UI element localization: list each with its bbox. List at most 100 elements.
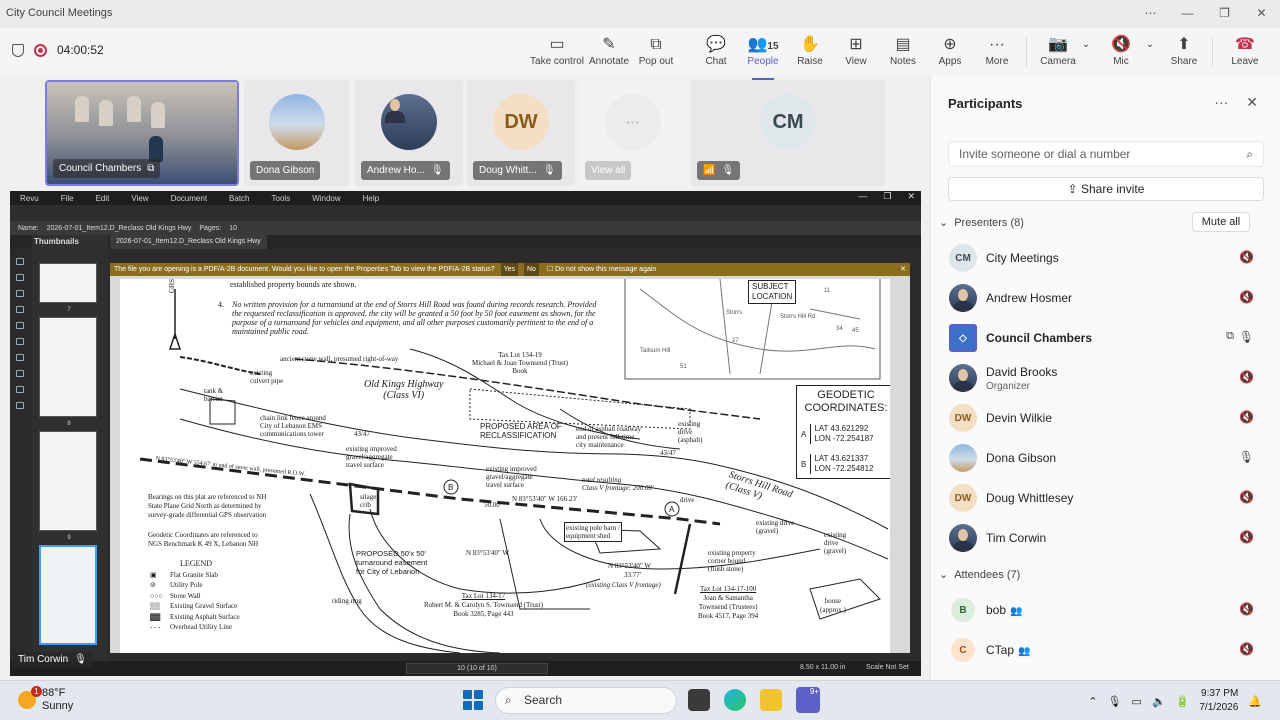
notifications-icon[interactable]: 🔔: [1248, 695, 1262, 708]
document-tab[interactable]: 2026-07-01_Item12.D_Reclass Old Kings Hw…: [110, 235, 267, 249]
menu-document[interactable]: Document: [171, 194, 207, 203]
participant-row[interactable]: C CTap 👥 🔇: [948, 634, 1264, 666]
video-tile-doug-whittlesey[interactable]: DW Doug Whitt... 🎙: [467, 80, 575, 186]
display-icon[interactable]: ▭: [1132, 695, 1142, 708]
minimize-button[interactable]: —: [1169, 0, 1206, 28]
camera-button[interactable]: 📷 Camera: [1040, 34, 1076, 74]
menu-view[interactable]: View: [131, 194, 148, 203]
mic-muted-icon[interactable]: 🎙: [1108, 695, 1122, 708]
presenters-section-header[interactable]: ⌄ Presenters (8): [939, 216, 1024, 230]
participant-row[interactable]: Dona Gibson 🎙: [948, 442, 1264, 474]
chevron-up-icon[interactable]: ⌃: [1088, 695, 1097, 708]
shield-icon[interactable]: [12, 43, 24, 57]
weather-widget[interactable]: 1 88°F Sunny: [18, 686, 73, 713]
page-thumbnail[interactable]: 9: [39, 431, 97, 541]
page-indicator[interactable]: 10 (10 of 10): [406, 663, 548, 674]
layers-icon[interactable]: [16, 290, 24, 297]
menu-batch[interactable]: Batch: [229, 194, 249, 203]
participant-row[interactable]: B bob 👥 🔇: [948, 594, 1264, 626]
participant-name-tag: Dona Gibson: [250, 161, 321, 180]
search-icon[interactable]: ⌕: [1246, 147, 1253, 162]
people-button[interactable]: 👥15 People: [744, 34, 782, 80]
participant-row[interactable]: ◇ Council Chambers ⧉ 🎙: [948, 322, 1264, 354]
maximize-button[interactable]: ❐: [1206, 0, 1243, 28]
more-button[interactable]: ··· More: [982, 34, 1012, 74]
raise-hand-button[interactable]: ✋ Raise: [796, 34, 824, 74]
close-icon[interactable]: ✕: [907, 191, 915, 202]
markups-icon[interactable]: [16, 322, 24, 329]
video-tile-city-meetings[interactable]: CM 📶 🎙: [691, 80, 885, 186]
menu-edit[interactable]: Edit: [96, 194, 110, 203]
minimize-icon[interactable]: —: [858, 191, 867, 202]
task-view-icon[interactable]: [688, 689, 710, 711]
invite-input[interactable]: Invite someone or dial a number: [948, 141, 1264, 167]
speaker-muted-icon[interactable]: 🔈: [1152, 695, 1166, 708]
thumbnails-icon[interactable]: [16, 258, 24, 265]
notes-button[interactable]: ▤ Notes: [888, 34, 918, 74]
menu-revu[interactable]: Revu: [20, 194, 39, 203]
file-explorer-icon[interactable]: [760, 689, 782, 711]
notice-no-button[interactable]: No: [524, 263, 539, 276]
chevron-down-icon: ⌄: [1081, 39, 1091, 50]
menu-file[interactable]: File: [61, 194, 74, 203]
apps-button[interactable]: ⊕ Apps: [936, 34, 964, 74]
search-icon[interactable]: [16, 338, 24, 345]
view-button[interactable]: ⊞ View: [842, 34, 870, 74]
mute-all-button[interactable]: Mute all: [1192, 212, 1250, 232]
windows-start-icon[interactable]: [463, 690, 483, 710]
signatures-icon[interactable]: [16, 402, 24, 409]
page-thumbnail[interactable]: 8: [39, 317, 97, 427]
video-tile-andrew-hosmer[interactable]: Andrew Ho... 🎙: [355, 80, 463, 186]
recording-icon: [34, 43, 47, 57]
mic-button[interactable]: 🔇 Mic: [1108, 34, 1134, 74]
temperature: 88°F: [42, 687, 66, 699]
menu-tools[interactable]: Tools: [272, 194, 291, 203]
close-icon[interactable]: ✕: [900, 263, 906, 276]
pop-out-button[interactable]: ⧉ Pop out: [636, 34, 676, 74]
battery-icon[interactable]: 🔋: [1176, 695, 1190, 708]
share-invite-button[interactable]: ⇪ Share invite: [948, 177, 1264, 201]
menu-window[interactable]: Window: [312, 194, 340, 203]
taskbar-search[interactable]: ⌕ Search: [495, 687, 677, 714]
clock[interactable]: 9:37 PM 7/1/2026: [1199, 687, 1238, 715]
annotate-button[interactable]: ✎ Annotate: [588, 34, 630, 74]
page-thumbnail[interactable]: 7: [39, 263, 97, 313]
notification-badge: 9+: [809, 687, 819, 696]
participant-row[interactable]: Andrew Hosmer 🔇: [948, 282, 1264, 314]
bookmarks-icon[interactable]: [16, 274, 24, 281]
grid-icon: ⊞: [849, 36, 863, 53]
page-thumbnail-selected[interactable]: [39, 545, 97, 645]
teams-icon[interactable]: 9+: [796, 687, 820, 713]
mic-options-button[interactable]: ⌄: [1144, 34, 1156, 74]
camera-options-button[interactable]: ⌄: [1080, 34, 1092, 74]
view-all-button[interactable]: View all: [585, 161, 632, 180]
edge-icon[interactable]: [724, 689, 746, 711]
participant-row[interactable]: David Brooks Organizer 🔇: [948, 362, 1264, 394]
view-all-tile[interactable]: ··· View all: [579, 80, 687, 186]
close-button[interactable]: ✕: [1243, 0, 1280, 28]
tool-chest-icon[interactable]: [16, 386, 24, 393]
menu-help[interactable]: Help: [363, 194, 379, 203]
take-control-button[interactable]: ▭ Take control: [528, 34, 586, 74]
leave-button[interactable]: ☎ Leave: [1228, 34, 1262, 74]
video-tile-council-chambers[interactable]: Council Chambers ⧉: [45, 80, 239, 186]
chat-button[interactable]: 💬 Chat: [702, 34, 730, 74]
participant-row[interactable]: DW Doug Whittlesey 🔇: [948, 482, 1264, 514]
share-button[interactable]: ⬆ Share: [1168, 34, 1200, 74]
video-tile-dona-gibson[interactable]: Dona Gibson: [244, 80, 350, 186]
participant-row[interactable]: CM City Meetings 🔇: [948, 242, 1264, 274]
avatar: C: [951, 638, 975, 662]
properties-icon[interactable]: [16, 306, 24, 313]
close-icon[interactable]: ✕: [1246, 94, 1258, 111]
dont-show-checkbox[interactable]: ☐: [547, 266, 553, 273]
restore-icon[interactable]: ❐: [883, 191, 891, 202]
attendees-section-header[interactable]: ⌄ Attendees (7): [939, 568, 1020, 582]
notice-yes-button[interactable]: Yes: [500, 263, 519, 276]
measure-icon[interactable]: [16, 370, 24, 377]
settings-icon[interactable]: [16, 354, 24, 361]
participant-row[interactable]: Tim Corwin 🔇: [948, 522, 1264, 554]
more-options-icon[interactable]: ⋯: [1132, 0, 1169, 28]
more-options-icon[interactable]: ···: [1214, 94, 1228, 111]
document-viewer[interactable]: established property bounds are shown. 4…: [110, 276, 910, 653]
participant-row[interactable]: DW Devin Wilkie 🔇: [948, 402, 1264, 434]
